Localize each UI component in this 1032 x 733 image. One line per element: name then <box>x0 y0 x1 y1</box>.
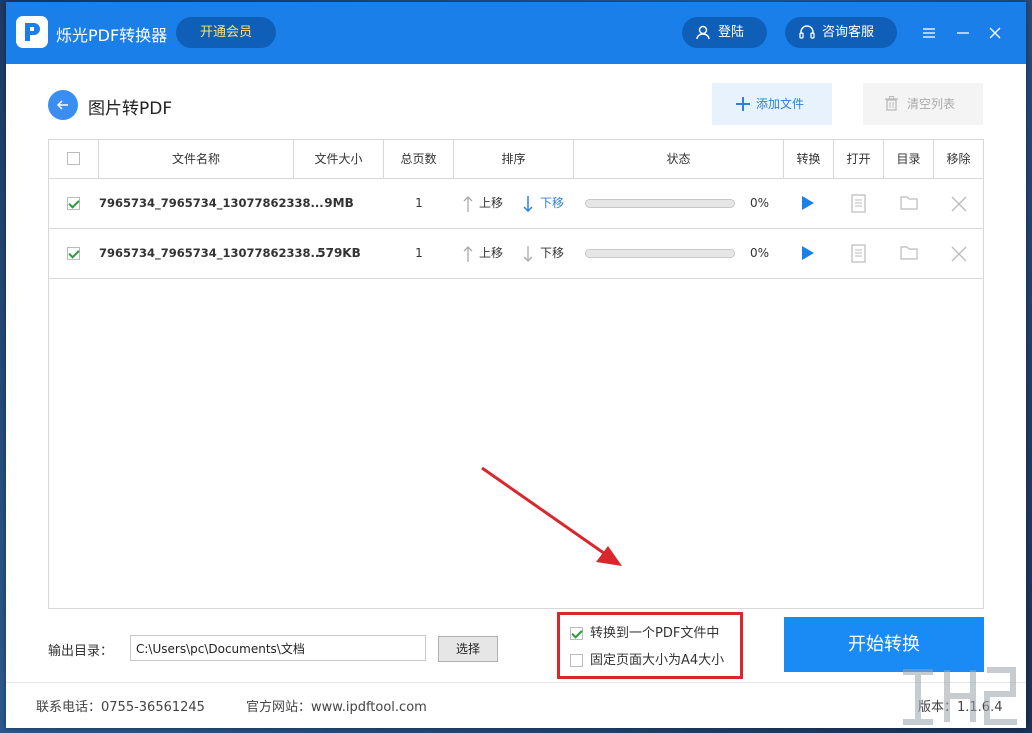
header-convert: 转换 <box>784 140 834 178</box>
select-all-checkbox[interactable] <box>67 152 80 165</box>
back-button[interactable] <box>48 90 78 120</box>
title-bar: 烁光PDF转换器 开通会员 登陆 咨询客服 <box>6 2 1026 64</box>
add-file-label: 添加文件 <box>756 97 805 111</box>
move-down-button[interactable]: 下移 <box>523 229 573 278</box>
table-row: 7965734_7965734_13077862338... 9MB 1 上移 … <box>49 179 983 229</box>
watermark-logo <box>903 667 1017 725</box>
remove-icon[interactable] <box>951 246 967 265</box>
play-icon[interactable] <box>801 245 815 264</box>
website-link[interactable]: 官方网站：www.ipdftool.com <box>246 696 427 715</box>
move-up-label: 上移 <box>479 246 504 260</box>
close-icon[interactable] <box>984 22 1006 44</box>
row-filename: 7965734_7965734_13077862338... <box>99 246 324 260</box>
clear-list-label: 清空列表 <box>907 97 956 111</box>
header-filename: 文件名称 <box>99 140 294 178</box>
progress-bar <box>585 199 735 208</box>
row-pages: 1 <box>415 246 423 260</box>
choose-folder-button[interactable]: 选择 <box>438 636 498 662</box>
remove-icon[interactable] <box>951 196 967 215</box>
progress-bar <box>585 249 735 258</box>
merge-checkbox[interactable] <box>570 627 583 640</box>
file-table: 文件名称 文件大小 总页数 排序 状态 转换 打开 目录 移除 7965734_… <box>48 139 984 609</box>
move-down-label: 下移 <box>540 246 565 260</box>
folder-icon[interactable] <box>900 245 918 263</box>
add-file-button[interactable]: 添加文件 <box>712 83 832 125</box>
contact-phone: 联系电话：0755-36561245 <box>36 700 205 715</box>
login-button[interactable]: 登陆 <box>682 17 767 48</box>
support-button[interactable]: 咨询客服 <box>785 17 897 48</box>
header-pages: 总页数 <box>384 140 454 178</box>
options-highlight-box: 转换到一个PDF文件中 固定页面大小为A4大小 <box>557 612 743 679</box>
row-checkbox[interactable] <box>67 247 80 260</box>
clear-list-button[interactable]: 清空列表 <box>863 83 983 125</box>
play-icon[interactable] <box>801 195 815 214</box>
arrow-down-icon <box>523 196 533 212</box>
vip-button[interactable]: 开通会员 <box>176 17 276 48</box>
document-icon[interactable] <box>851 194 866 216</box>
arrow-left-icon <box>56 100 68 110</box>
header-status: 状态 <box>574 140 784 178</box>
a4-option-label: 固定页面大小为A4大小 <box>590 653 725 668</box>
table-header: 文件名称 文件大小 总页数 排序 状态 转换 打开 目录 移除 <box>49 140 983 179</box>
user-icon <box>696 25 710 40</box>
headset-icon <box>799 25 815 39</box>
table-row: 7965734_7965734_13077862338... 579KB 1 上… <box>49 229 983 279</box>
move-up-button[interactable]: 上移 <box>463 229 513 278</box>
app-logo-icon <box>16 16 48 48</box>
header-filesize: 文件大小 <box>294 140 384 178</box>
minimize-icon[interactable] <box>952 22 974 44</box>
output-path-field[interactable] <box>130 635 426 661</box>
footer: 联系电话：0755-36561245 官方网站：www.ipdftool.com… <box>6 682 1026 728</box>
move-down-button[interactable]: 下移 <box>523 179 573 228</box>
support-label: 咨询客服 <box>822 25 875 40</box>
header-select-all <box>49 140 99 178</box>
row-filename: 7965734_7965734_13077862338... <box>99 196 324 210</box>
row-checkbox[interactable] <box>67 197 80 210</box>
trash-icon <box>885 96 898 111</box>
arrow-up-icon <box>463 246 473 262</box>
header-folder: 目录 <box>884 140 934 178</box>
document-icon[interactable] <box>851 244 866 266</box>
arrow-down-icon <box>523 246 533 262</box>
row-filesize: 579KB <box>317 246 361 260</box>
header-open: 打开 <box>834 140 884 178</box>
header-remove: 移除 <box>946 152 971 166</box>
row-pages: 1 <box>415 196 423 210</box>
row-filesize: 9MB <box>324 196 354 210</box>
move-down-label: 下移 <box>540 196 565 210</box>
output-dir-label: 输出目录： <box>48 644 114 659</box>
arrow-up-icon <box>463 196 473 212</box>
page-title: 图片转PDF <box>88 99 173 119</box>
progress-percent: 0% <box>750 196 770 210</box>
header-sort: 排序 <box>454 140 574 178</box>
menu-icon[interactable] <box>918 22 940 44</box>
folder-icon[interactable] <box>900 195 918 213</box>
move-up-label: 上移 <box>479 196 504 210</box>
app-title: 烁光PDF转换器 <box>56 26 168 45</box>
login-label: 登陆 <box>718 25 745 40</box>
merge-option-label: 转换到一个PDF文件中 <box>590 626 720 641</box>
progress-percent: 0% <box>750 246 770 260</box>
plus-icon <box>736 97 750 111</box>
move-up-button[interactable]: 上移 <box>463 179 513 228</box>
app-window: 烁光PDF转换器 开通会员 登陆 咨询客服 图片转PDF 添加文件 清空列表 文… <box>6 2 1026 728</box>
a4-checkbox[interactable] <box>570 654 583 667</box>
